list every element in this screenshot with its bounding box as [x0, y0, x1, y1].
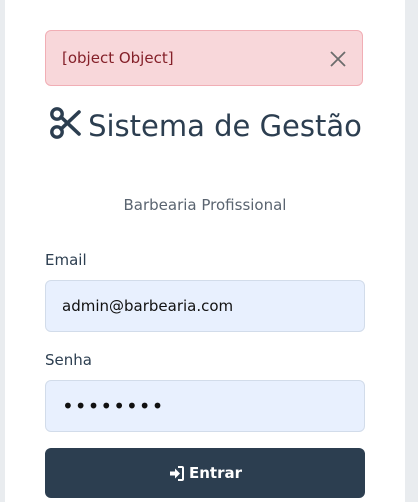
login-button[interactable]: Entrar — [45, 448, 365, 498]
title-text: Sistema de Gestão — [88, 109, 362, 143]
password-field[interactable]: •••••••• — [45, 380, 365, 432]
page-header: Sistema de Gestão — [45, 106, 365, 145]
sign-in-icon — [168, 465, 185, 482]
scissors-icon — [48, 106, 82, 140]
password-label: Senha — [45, 351, 92, 369]
email-field[interactable]: admin@barbearia.com — [45, 280, 365, 332]
login-card: [object Object] Sistema de Gestão Barbea… — [5, 0, 405, 502]
page-subtitle: Barbearia Profissional — [123, 196, 287, 214]
login-button-label: Entrar — [188, 464, 242, 482]
alert-message: [object Object] — [62, 49, 174, 67]
email-label: Email — [45, 251, 87, 269]
page-title: Sistema de Gestão — [45, 106, 365, 145]
close-icon[interactable] — [328, 49, 348, 69]
email-value: admin@barbearia.com — [62, 297, 234, 315]
error-alert: [object Object] — [45, 30, 363, 86]
password-value: •••••••• — [62, 394, 165, 418]
